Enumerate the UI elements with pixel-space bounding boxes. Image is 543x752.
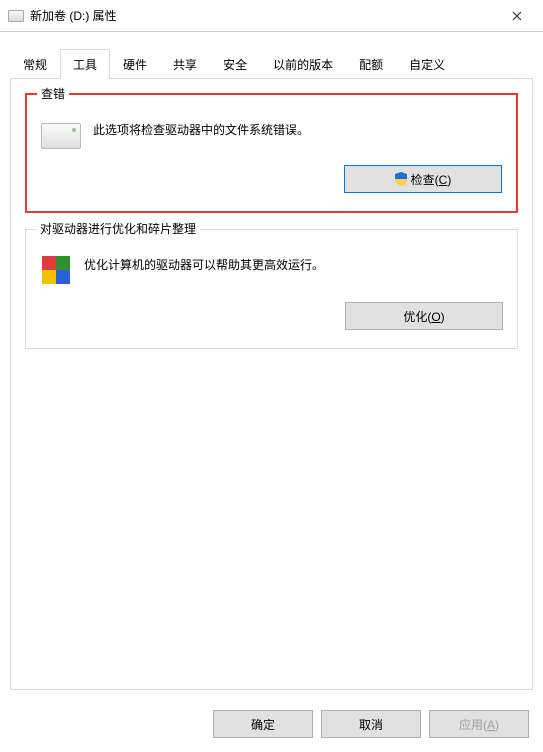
group-legend-optimize: 对驱动器进行优化和碎片整理 [36,220,200,237]
tab-hardware[interactable]: 硬件 [110,49,160,79]
tab-bar: 常规 工具 硬件 共享 安全 以前的版本 配额 自定义 [0,32,543,78]
ok-label: 确定 [251,716,275,733]
check-button[interactable]: 检查(C) [344,165,502,193]
check-button-label: 检查(C) [411,171,452,188]
tab-general[interactable]: 常规 [10,49,60,79]
tab-label: 常规 [23,58,47,72]
optimize-button[interactable]: 优化(O) [345,302,503,330]
tab-security[interactable]: 安全 [210,49,260,79]
tab-quota[interactable]: 配额 [346,49,396,79]
apply-label: 应用(A) [459,716,499,733]
drive-icon [41,123,81,149]
cancel-button[interactable]: 取消 [321,710,421,738]
shield-icon [395,172,407,186]
tab-label: 安全 [223,58,247,72]
optimize-button-label: 优化(O) [403,308,444,325]
tab-label: 工具 [73,58,97,72]
tab-sharing[interactable]: 共享 [160,49,210,79]
apply-button[interactable]: 应用(A) [429,710,529,738]
tab-label: 共享 [173,58,197,72]
drive-icon [8,10,24,22]
ok-button[interactable]: 确定 [213,710,313,738]
group-legend-check: 查错 [37,85,69,102]
tab-tools[interactable]: 工具 [60,49,110,79]
tab-label: 自定义 [409,58,445,72]
dialog-button-row: 确定 取消 应用(A) [0,700,543,752]
close-button[interactable] [495,2,539,30]
close-icon [512,11,522,21]
defrag-icon [40,254,72,286]
group-optimize: 对驱动器进行优化和碎片整理 优化计算机的驱动器可以帮助其更高效运行。 优化(O) [25,229,518,349]
check-description: 此选项将检查驱动器中的文件系统错误。 [93,117,502,140]
tab-content: 查错 此选项将检查驱动器中的文件系统错误。 检查(C) 对驱动器进行优化和碎片整… [10,78,533,690]
optimize-description: 优化计算机的驱动器可以帮助其更高效运行。 [84,252,503,275]
cancel-label: 取消 [359,716,383,733]
tab-label: 配额 [359,58,383,72]
titlebar: 新加卷 (D:) 属性 [0,0,543,32]
tab-customize[interactable]: 自定义 [396,49,458,79]
tab-label: 以前的版本 [273,58,333,72]
group-error-checking: 查错 此选项将检查驱动器中的文件系统错误。 检查(C) [25,93,518,213]
tab-label: 硬件 [123,58,147,72]
window-title: 新加卷 (D:) 属性 [30,7,117,24]
tab-previous-versions[interactable]: 以前的版本 [260,49,346,79]
